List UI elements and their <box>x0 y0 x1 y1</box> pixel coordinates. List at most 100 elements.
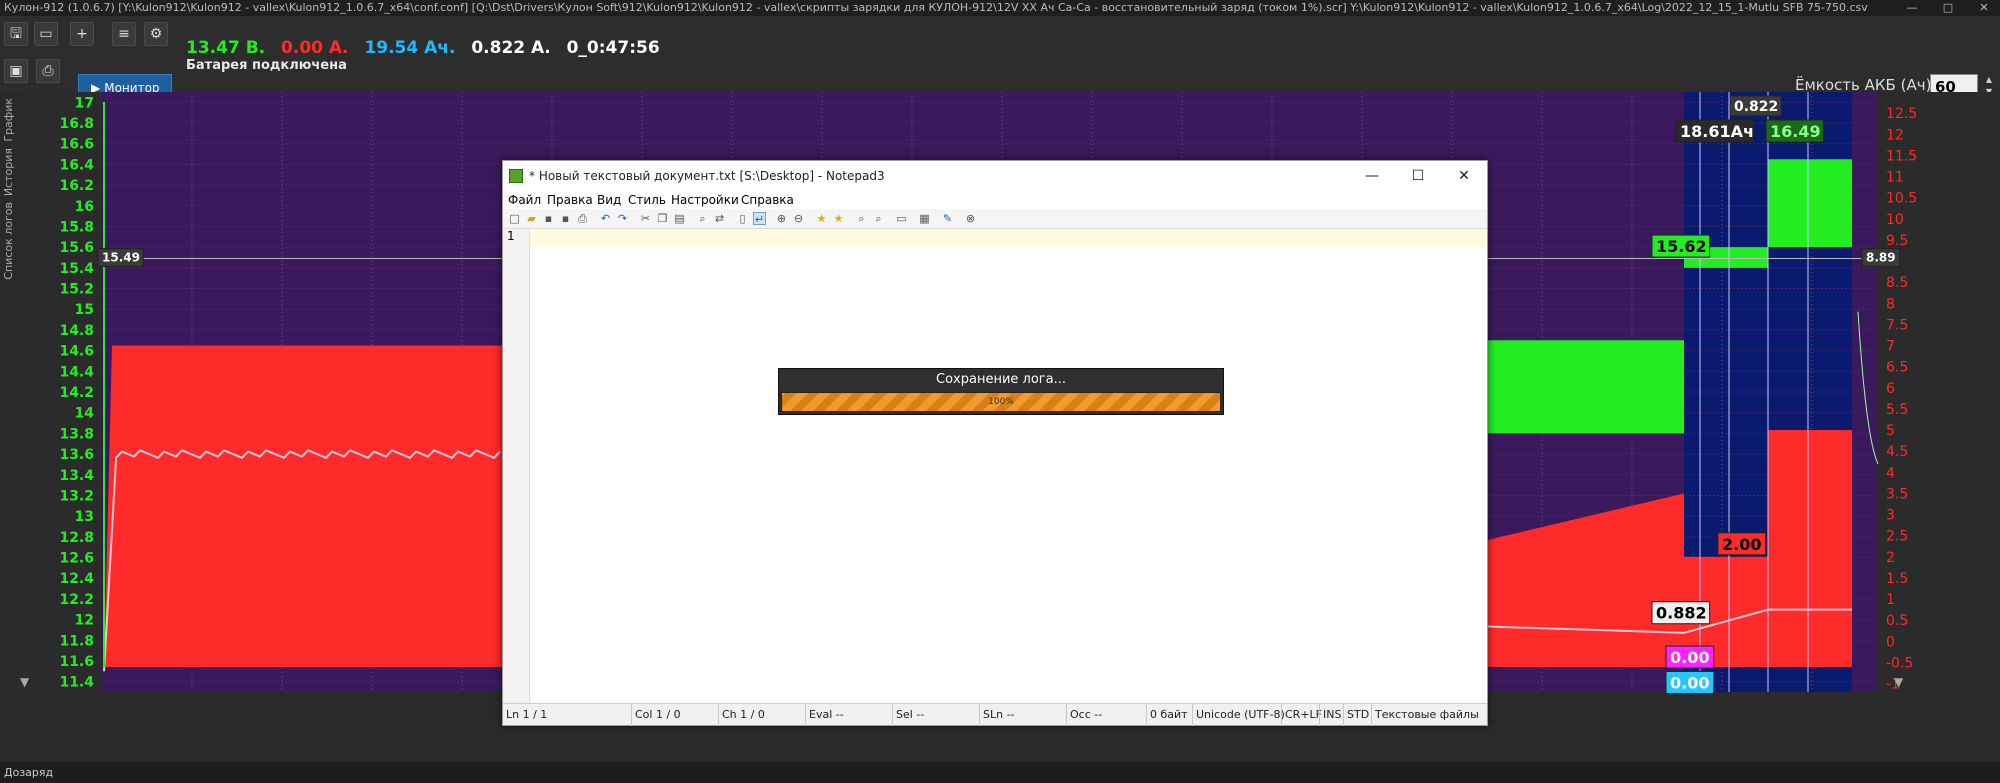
notepad-minimize-button[interactable]: — <box>1349 161 1395 191</box>
notepad-window[interactable]: * Новый текстовый документ.txt [S:\Deskt… <box>502 160 1488 726</box>
battery-status: Батарея подключена <box>186 58 347 73</box>
left-axis-tick: 16.4 <box>59 157 94 173</box>
left-axis-tick: 13.6 <box>59 447 94 463</box>
right-axis-tick: 1 <box>1886 592 1895 608</box>
right-axis-tick: 3.5 <box>1886 486 1908 502</box>
zoom-reset-icon[interactable]: ⌕ <box>872 212 885 225</box>
copy-icon[interactable]: ❐ <box>656 212 669 225</box>
screenshot-icon[interactable]: ▣ <box>4 59 28 83</box>
cursor-current-mid: 2.00 <box>1722 535 1761 554</box>
right-axis-tick: 6.5 <box>1886 360 1908 376</box>
close-button[interactable]: ✕ <box>1970 0 1998 16</box>
left-axis-tick: 11.8 <box>59 633 94 649</box>
status-ins[interactable]: INS <box>1319 704 1341 726</box>
right-axis-tick: 7 <box>1886 339 1895 355</box>
status-sln: SLn -- <box>979 704 1015 726</box>
replace-icon[interactable]: ⇄ <box>713 212 726 225</box>
goto-icon[interactable]: ▯ <box>736 212 749 225</box>
status-filetype[interactable]: Текстовые файлы <box>1371 704 1479 726</box>
right-axis-tick: -0.5 <box>1886 655 1913 671</box>
left-axis-tick: 12.6 <box>59 551 94 567</box>
left-axis-tick: 15 <box>75 302 94 318</box>
add-icon[interactable]: + <box>70 22 94 46</box>
wordwrap-icon[interactable]: ↵ <box>753 212 766 226</box>
status-col: Col 1 / 0 <box>631 704 681 726</box>
undo-icon[interactable]: ↶ <box>599 212 612 225</box>
x-elapsed-label: 0_7:40:23 <box>1632 696 1709 697</box>
cursor-current-low: 0.882 <box>1656 604 1707 623</box>
redo-icon[interactable]: ↷ <box>616 212 629 225</box>
cut-icon[interactable]: ✂ <box>639 212 652 225</box>
cursor-magenta-value: 0.00 <box>1670 648 1709 667</box>
right-axis-tick: 4 <box>1886 465 1895 481</box>
exit-icon[interactable]: ⊗ <box>964 212 977 225</box>
status-size: 0 байт <box>1146 704 1188 726</box>
pin-icon[interactable]: ✎ <box>941 212 954 225</box>
left-axis-tick: 14.8 <box>59 323 94 339</box>
side-tabs: График История Список логов <box>0 92 18 692</box>
status-text: Дозаряд <box>4 766 54 779</box>
status-encoding[interactable]: Unicode (UTF-8) <box>1192 704 1285 726</box>
left-axis-tick: 16.6 <box>59 137 94 153</box>
tab-log-list[interactable]: Список логов <box>2 202 15 280</box>
right-axis-tick: 6 <box>1886 381 1895 397</box>
current-line-highlight[interactable] <box>530 229 1487 247</box>
menu-edit[interactable]: Правка <box>547 191 593 209</box>
maximize-button[interactable]: □ <box>1934 0 1962 16</box>
menu-style[interactable]: Стиль <box>628 191 666 209</box>
gear-icon[interactable]: ⚙ <box>144 22 168 46</box>
left-axis-tick: 15.4 <box>59 261 94 277</box>
left-axis-tick: 14.2 <box>59 385 94 401</box>
status-ch: Ch 1 / 0 <box>718 704 765 726</box>
menu-view[interactable]: Вид <box>597 191 621 209</box>
panel-icon[interactable]: ▦ <box>918 212 931 225</box>
status-ln: Ln 1 / 1 <box>506 708 548 721</box>
tab-graph[interactable]: График <box>2 98 15 142</box>
right-axis-tick: 12 <box>1886 127 1904 143</box>
notepad-app-icon <box>509 169 523 183</box>
notepad-menubar: Файл Правка Вид Стиль Настройки Справка <box>503 191 1487 209</box>
paste-icon[interactable]: ▤ <box>673 212 686 225</box>
save-icon[interactable]: ▪ <box>542 212 555 225</box>
open-folder-icon[interactable]: ▭ <box>34 22 58 46</box>
status-std[interactable]: STD <box>1343 704 1369 726</box>
settings-sliders-icon[interactable]: ≡ <box>112 22 136 46</box>
left-axis-tick: 13.8 <box>59 426 94 442</box>
right-axis-tick: 9.5 <box>1886 233 1908 249</box>
zoom-icon[interactable]: ⌕ <box>855 212 868 225</box>
open-icon[interactable]: ▰ <box>525 212 538 225</box>
zoom-in-icon[interactable]: ⊕ <box>775 212 788 225</box>
left-axis-tick: 12 <box>75 613 94 629</box>
left-axis-tick: 12.4 <box>59 571 94 587</box>
right-axis-tick: 10.5 <box>1886 191 1917 207</box>
zoom-out-icon[interactable]: ⊖ <box>792 212 805 225</box>
right-axis-tick: 11.5 <box>1886 148 1917 164</box>
left-axis-tick: 16 <box>75 199 94 215</box>
left-axis-tick: 14 <box>75 406 95 422</box>
save-icon[interactable]: 🖫 <box>4 22 28 46</box>
left-axis-tick: 13.2 <box>59 488 94 504</box>
favorites-icon[interactable]: ★ <box>815 212 828 225</box>
tab-history[interactable]: История <box>2 148 15 196</box>
left-axis-tick: 14.4 <box>59 364 94 380</box>
menu-help[interactable]: Справка <box>741 191 794 209</box>
status-eol[interactable]: CR+LF <box>1281 704 1322 726</box>
menu-settings[interactable]: Настройки <box>671 191 739 209</box>
notepad-maximize-button[interactable]: ☐ <box>1395 161 1441 191</box>
menu-file[interactable]: Файл <box>508 191 541 209</box>
find-icon[interactable]: ⌕ <box>696 212 709 225</box>
add-favorite-icon[interactable]: ★ <box>832 212 845 225</box>
charge-readout: 19.54 Ач. <box>364 38 456 58</box>
print-icon[interactable]: ⎙ <box>576 212 589 225</box>
right-axis-tick: 5 <box>1886 423 1895 439</box>
line-number: 1 <box>507 229 515 243</box>
minimize-button[interactable]: — <box>1898 0 1926 16</box>
new-file-icon[interactable]: □ <box>508 212 521 225</box>
left-axis-tick: 16.2 <box>59 178 94 194</box>
save-as-icon[interactable]: ▪ <box>559 212 572 225</box>
save-progress-bar: 100% <box>781 392 1221 412</box>
right-axis-tick: 8 <box>1886 296 1895 312</box>
view-icon[interactable]: ▭ <box>895 212 908 225</box>
print-icon[interactable]: ⎙ <box>36 59 60 83</box>
notepad-close-button[interactable]: ✕ <box>1441 161 1487 191</box>
